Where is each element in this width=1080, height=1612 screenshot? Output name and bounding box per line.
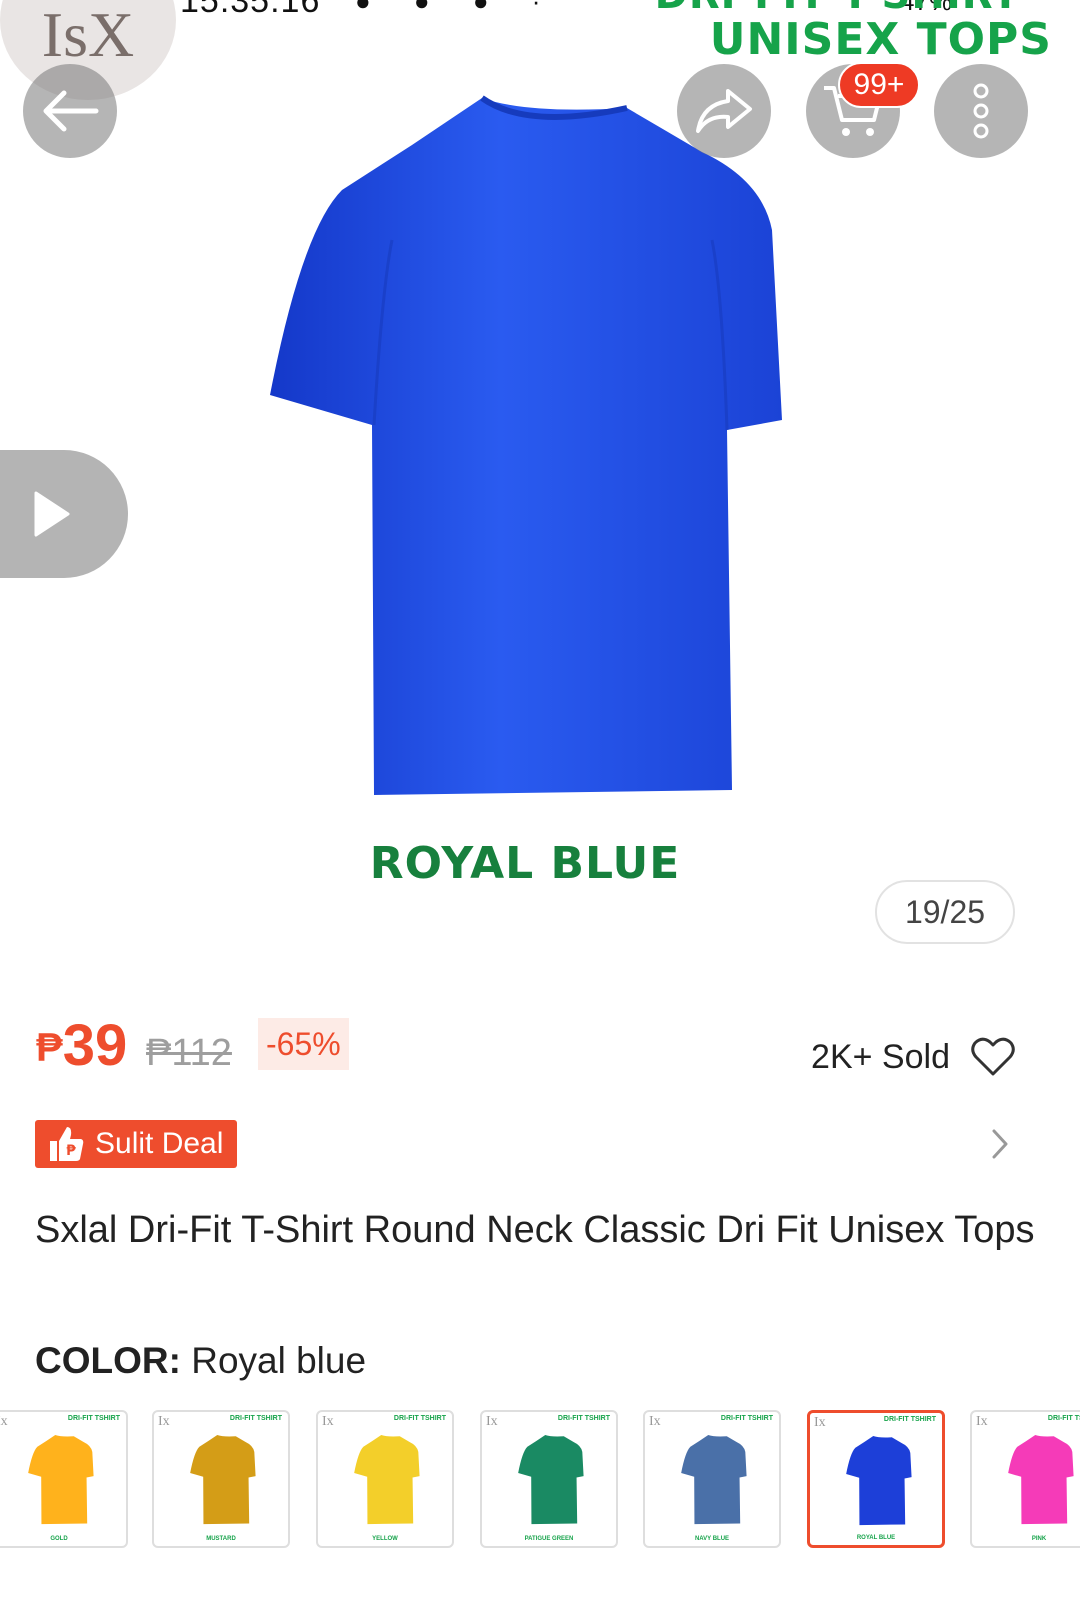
- thumb-color-name: YELLOW: [372, 1536, 398, 1542]
- play-video-button[interactable]: [0, 450, 128, 578]
- arrow-left-icon: [43, 90, 99, 132]
- thumb-shirt-image: [28, 1435, 94, 1525]
- thumb-shirt-image: [1008, 1435, 1074, 1525]
- chevron-right-icon[interactable]: [986, 1125, 1014, 1163]
- brand-logo-text: IsX: [41, 0, 135, 70]
- thumb-shirt-image: [846, 1436, 912, 1526]
- thumb-color-name: GOLD: [50, 1536, 68, 1542]
- color-variant-thumb[interactable]: Ix DRI-FIT TSHIRT ROYAL BLUE: [807, 1410, 945, 1548]
- color-label: COLOR:: [35, 1340, 181, 1381]
- thumbs-up-peso-icon: ₱: [50, 1127, 84, 1161]
- image-counter: 19/25: [875, 880, 1015, 944]
- thumb-color-name: NAVY BLUE: [694, 1536, 730, 1542]
- thumb-brand-logo: Ix: [158, 1414, 170, 1429]
- original-price: ₱112: [146, 1032, 232, 1074]
- thumb-color-name: PATIGUE GREEN: [524, 1536, 574, 1542]
- thumb-banner: DRI-FIT TSHIRT: [229, 1415, 282, 1422]
- more-vertical-icon: [973, 83, 989, 139]
- thumb-banner: DRI-FIT TSHIRT: [67, 1415, 120, 1422]
- play-icon: [34, 491, 70, 537]
- thumb-color-name: PINK: [1031, 1536, 1047, 1542]
- thumb-banner: DRI-FIT TSHIRT: [883, 1416, 936, 1423]
- thumb-shirt-image: [190, 1435, 256, 1525]
- product-title: Sxlal Dri-Fit T-Shirt Round Neck Classic…: [35, 1209, 1035, 1251]
- thumb-brand-logo: Ix: [322, 1414, 334, 1429]
- current-price: ₱39: [36, 1012, 127, 1079]
- image-banner-bottom: UNISEX TOPS: [709, 14, 1052, 65]
- thumb-shirt-image: [681, 1435, 747, 1525]
- thumb-banner: DRI-FIT TSHIRT: [720, 1415, 773, 1422]
- thumb-color-name: ROYAL BLUE: [856, 1535, 896, 1541]
- product-shirt-image: [262, 90, 792, 810]
- share-icon: [696, 89, 752, 133]
- deal-label: Sulit Deal: [95, 1127, 224, 1160]
- back-button[interactable]: [23, 64, 117, 158]
- thumb-brand-logo: Ix: [814, 1415, 826, 1430]
- status-notification-icons: ● ● ● ·: [355, 0, 559, 16]
- color-variant-thumb[interactable]: Ix DRI-FIT TSHIRT NAVY BLUE: [643, 1410, 781, 1548]
- thumb-banner: DRI-FIT TSHIRT: [557, 1415, 610, 1422]
- thumb-brand-logo: Ix: [486, 1414, 498, 1429]
- heart-icon[interactable]: [970, 1034, 1016, 1080]
- color-variant-thumb[interactable]: Ix DRI-FIT TSHIRT YELLOW: [316, 1410, 454, 1548]
- thumb-shirt-image: [354, 1435, 420, 1525]
- current-price-value: 39: [62, 1013, 128, 1078]
- svg-text:₱: ₱: [66, 1143, 76, 1159]
- color-variant-thumb[interactable]: Ix DRI-FIT TSHIRT MUSTARD: [152, 1410, 290, 1548]
- color-variant-thumb[interactable]: Ix DRI-FIT TSHIRT PATIGUE GREEN: [480, 1410, 618, 1548]
- share-button[interactable]: [677, 64, 771, 158]
- color-variant-thumb[interactable]: Ix DRI-FIT TSHIRT GOLD: [0, 1410, 128, 1548]
- color-variant-list: Ix DRI-FIT TSHIRT GOLD Ix DRI-FIT TSHIRT MUST…: [0, 1410, 1080, 1550]
- sold-count: 2K+ Sold: [811, 1038, 950, 1076]
- thumb-brand-logo: Ix: [0, 1414, 8, 1429]
- thumb-brand-logo: Ix: [649, 1414, 661, 1429]
- status-time: 15:35:16: [180, 0, 321, 20]
- sulit-deal-badge[interactable]: ₱ Sulit Deal: [35, 1120, 238, 1168]
- product-image-carousel[interactable]: IsX 15:35:16 ● ● ● · 47% DRI-FIT T-SHIRT…: [0, 0, 1080, 990]
- discount-badge: -65%: [258, 1018, 349, 1070]
- thumb-brand-logo: Ix: [976, 1414, 988, 1429]
- price-row: ₱39 ₱112 -65% 2K+ Sold: [36, 1012, 1046, 1084]
- selected-color: COLOR: Royal blue: [35, 1340, 366, 1382]
- thumb-banner: DRI-FIT TSHIRT: [393, 1415, 446, 1422]
- currency-symbol: ₱: [36, 1026, 63, 1070]
- color-value: Royal blue: [191, 1340, 367, 1381]
- thumb-shirt-image: [518, 1435, 584, 1525]
- color-variant-thumb[interactable]: Ix DRI-FIT TSHIRT PINK: [970, 1410, 1080, 1548]
- more-options-button[interactable]: [934, 64, 1028, 158]
- cart-count-badge: 99+: [838, 62, 920, 108]
- thumb-banner: DRI-FIT TSHIRT: [1047, 1415, 1080, 1422]
- image-color-caption: ROYAL BLUE: [369, 838, 681, 889]
- thumb-color-name: MUSTARD: [206, 1536, 236, 1542]
- product-page: IsX 15:35:16 ● ● ● · 47% DRI-FIT T-SHIRT…: [0, 0, 1080, 1612]
